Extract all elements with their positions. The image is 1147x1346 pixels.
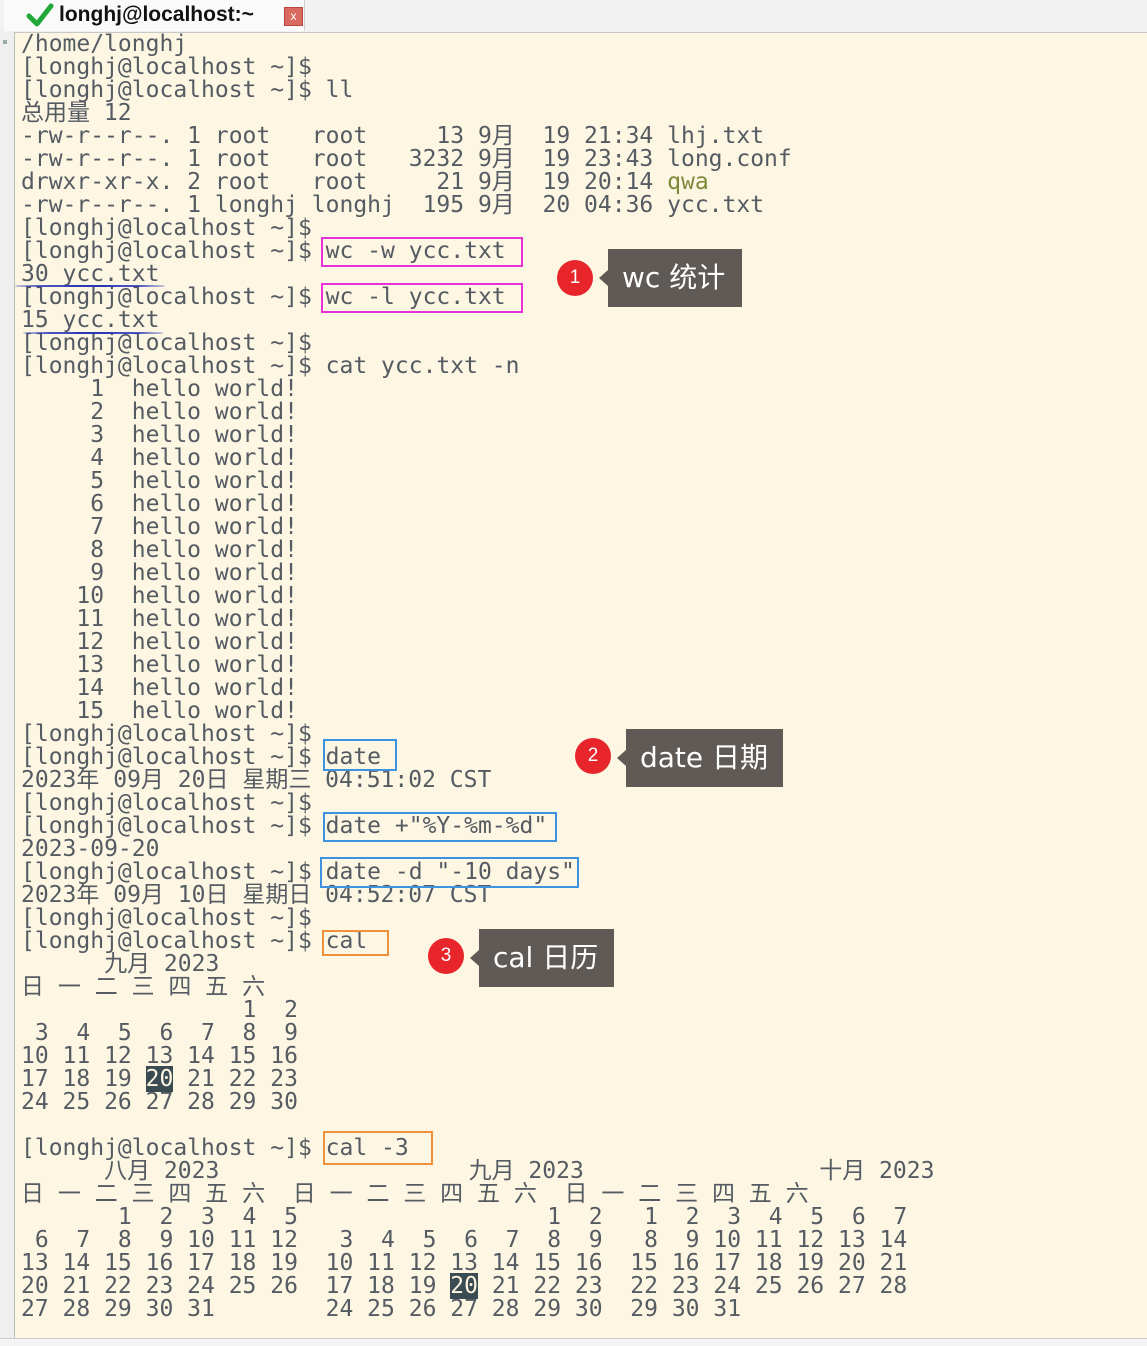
terminal-line: 9 hello world! (21, 562, 298, 585)
highlight-date-d-command (320, 857, 579, 888)
terminal-line: [longhj@localhost ~]$ cal (21, 930, 367, 953)
terminal-line: -rw-r--r--. 1 longhj longhj 195 9月 20 04… (21, 194, 764, 217)
terminal-line: 2023-09-20 (21, 838, 159, 861)
terminal-line: 13 14 15 16 17 18 19 10 11 12 13 14 15 1… (21, 1252, 907, 1275)
terminal-line: /home/longhj (21, 33, 187, 56)
highlight-wc-w-command (321, 237, 523, 267)
terminal-line: 10 11 12 13 14 15 16 (21, 1045, 298, 1068)
underline-wc-w-result (15, 285, 165, 287)
terminal-line: 日 一 二 三 四 五 六 (21, 976, 265, 999)
check-icon (26, 3, 54, 27)
terminal-line: 八月 2023 九月 2023 十月 2023 (21, 1160, 934, 1183)
terminal-line: 12 hello world! (21, 631, 298, 654)
terminal-line: [longhj@localhost ~]$ cat ycc.txt -n (21, 355, 520, 378)
tab-title: longhj@localhost:~ (59, 3, 254, 26)
terminal-line: 2023年 09月 20日 星期三 04:51:02 CST (21, 769, 491, 792)
terminal-line: 30 ycc.txt (21, 263, 159, 286)
terminal-line: drwxr-xr-x. 2 root root 21 9月 19 20:14 q… (21, 171, 709, 194)
terminal-line-text: 27 28 29 30 31 24 25 26 27 28 29 30 29 3… (21, 1296, 742, 1322)
annotation-badge-2: 2 (575, 738, 611, 774)
terminal-line: [longhj@localhost ~]$ (21, 907, 312, 930)
terminal-line: 24 25 26 27 28 29 30 (21, 1091, 298, 1114)
terminal-line: 1 2 (21, 999, 298, 1022)
terminal-line: 日 一 二 三 四 五 六 日 一 二 三 四 五 六 日 一 二 三 四 五 … (21, 1183, 809, 1206)
edge-marker-icon (3, 40, 7, 44)
terminal-line: 3 hello world! (21, 424, 298, 447)
close-tab-icon[interactable]: x (284, 7, 303, 26)
highlight-wc-l-command (321, 283, 523, 313)
terminal-line: 17 18 19 20 21 22 23 (21, 1066, 298, 1092)
terminal-line: 7 hello world! (21, 516, 298, 539)
annotation-badge-3: 3 (428, 938, 464, 974)
terminal-line: 13 hello world! (21, 654, 298, 677)
terminal-line: [longhj@localhost ~]$ (21, 723, 312, 746)
annotation-badge-1: 1 (557, 260, 593, 296)
terminal-line: 8 hello world! (21, 539, 298, 562)
terminal-line-text: 24 25 26 27 28 29 30 (21, 1089, 298, 1115)
terminal-line: [longhj@localhost ~]$ (21, 217, 312, 240)
terminal-line: 2 hello world! (21, 401, 298, 424)
terminal-line: 1 hello world! (21, 378, 298, 401)
terminal-line: 总用量 12 (21, 102, 132, 125)
terminal-line: [longhj@localhost ~]$ (21, 56, 312, 79)
terminal-line: [longhj@localhost ~]$ ll (21, 79, 353, 102)
highlight-date-format-command (323, 812, 557, 842)
terminal-line: 15 ycc.txt (21, 309, 159, 332)
terminal-line: 九月 2023 (21, 953, 219, 976)
terminal-line: 27 28 29 30 31 24 25 26 27 28 29 30 29 3… (21, 1298, 741, 1321)
annotation-callout-date: date 日期 (617, 729, 783, 787)
terminal-line: -rw-r--r--. 1 root root 13 9月 19 21:34 l… (21, 125, 764, 148)
terminal-line: 6 7 8 9 10 11 12 3 4 5 6 7 8 9 8 9 10 11… (21, 1229, 907, 1252)
terminal-line: 4 hello world! (21, 447, 298, 470)
terminal-line: [longhj@localhost ~]$ (21, 332, 312, 355)
terminal-line: 3 4 5 6 7 8 9 (21, 1022, 298, 1045)
terminal-line: 10 hello world! (21, 585, 298, 608)
annotation-callout-cal: cal 日历 (470, 929, 614, 987)
terminal-line: 11 hello world! (21, 608, 298, 631)
left-scroll-edge (0, 32, 15, 1345)
highlight-cal-command (322, 930, 389, 956)
terminal-line: [longhj@localhost ~]$ (21, 792, 312, 815)
highlight-cal-3-command (323, 1131, 433, 1165)
terminal-line: 20 21 22 23 24 25 26 17 18 19 20 21 22 2… (21, 1273, 907, 1299)
tab-bar: longhj@localhost:~ x (0, 0, 1147, 33)
underline-wc-l-result (23, 332, 163, 334)
terminal-line: 15 hello world! (21, 700, 298, 723)
terminal-line: 5 hello world! (21, 470, 298, 493)
terminal-line: 14 hello world! (21, 677, 298, 700)
highlight-date-command (323, 739, 397, 771)
terminal-line: -rw-r--r--. 1 root root 3232 9月 19 23:43… (21, 148, 792, 171)
terminal-output[interactable]: /home/longhj [longhj@localhost ~]$ [longhj… (15, 33, 1147, 1338)
session-tab[interactable]: longhj@localhost:~ x (4, 0, 305, 31)
annotation-callout-wc: wc 统计 (599, 249, 742, 307)
terminal-line: 1 2 3 4 5 1 2 1 2 3 4 5 6 7 (21, 1206, 907, 1229)
terminal-line: 6 hello world! (21, 493, 298, 516)
